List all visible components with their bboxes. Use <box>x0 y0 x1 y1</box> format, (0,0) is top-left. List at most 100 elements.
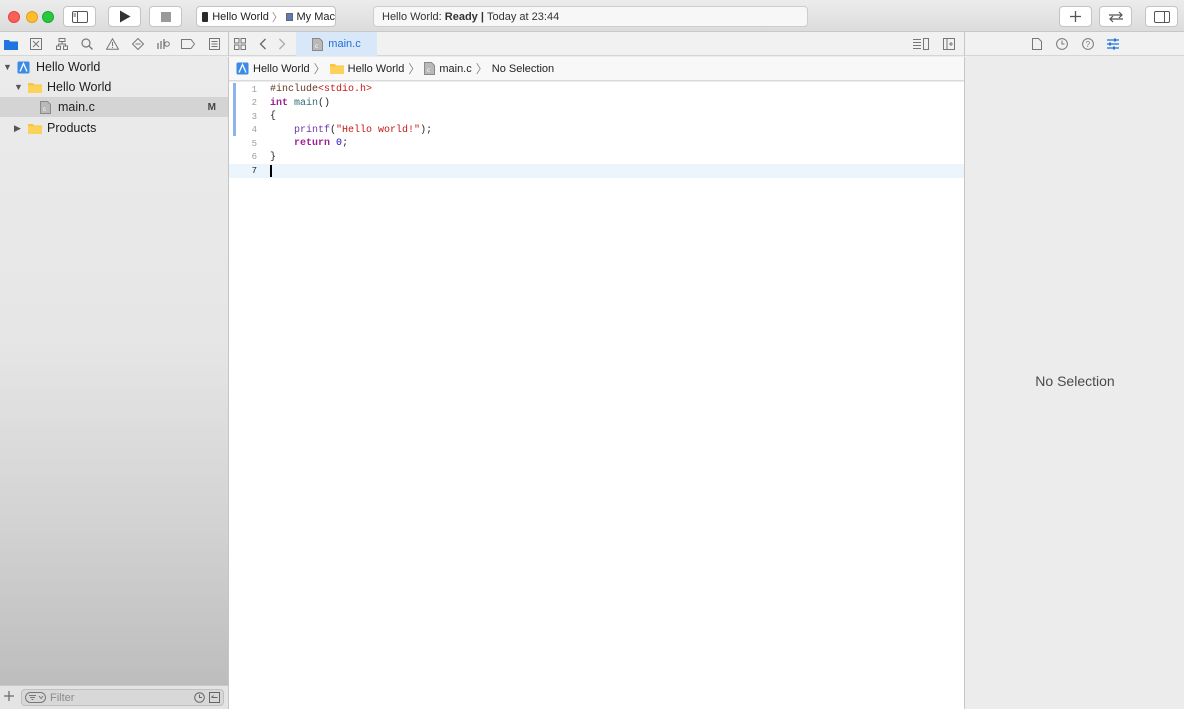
test-navigator-tab[interactable] <box>131 37 145 51</box>
source-control-navigator-tab[interactable] <box>29 37 43 51</box>
code-line[interactable]: 4 printf("Hello world!"); <box>229 124 964 138</box>
file-inspector-tab[interactable] <box>1032 38 1042 53</box>
code-text: int main() <box>270 97 331 109</box>
stop-icon <box>160 11 171 22</box>
run-button[interactable] <box>108 6 141 27</box>
project-navigator-tab[interactable] <box>4 37 18 51</box>
recent-files-icon[interactable] <box>194 692 205 703</box>
editor-options-button[interactable] <box>913 38 929 53</box>
swap-icon <box>1108 11 1123 22</box>
navigator-toggle-button[interactable] <box>63 6 96 27</box>
chevron-right-icon <box>279 38 286 50</box>
tab-label: main.c <box>328 38 361 50</box>
xcode-project-icon <box>17 61 30 73</box>
mac-device-icon <box>285 12 293 21</box>
inspector-toggle-icon <box>1153 10 1170 23</box>
line-number: 6 <box>251 152 257 163</box>
breakpoint-navigator-tab[interactable] <box>181 37 195 51</box>
tree-item-label: Hello World <box>47 80 112 94</box>
line-number: 1 <box>251 84 257 95</box>
plus-icon <box>4 691 14 701</box>
tree-item-products[interactable]: ▶ Products <box>0 118 228 138</box>
breakpoint-icon <box>181 39 195 49</box>
jump-bar: Hello World 〉 Hello World 〉 c main.c 〉 N… <box>229 57 964 81</box>
stop-button[interactable] <box>149 6 182 27</box>
debug-navigator-tab[interactable] <box>156 37 170 51</box>
tree-item-project[interactable]: ▼ Hello World <box>0 57 228 77</box>
scheme-selector[interactable]: Hello World 〉 My Mac <box>196 6 336 27</box>
report-navigator-tab[interactable] <box>207 37 221 51</box>
code-line[interactable]: 1 #include<stdio.h> <box>229 83 964 97</box>
svg-text:c: c <box>43 107 46 113</box>
filter-input[interactable]: Filter <box>21 689 224 706</box>
zoom-window-button[interactable] <box>42 11 54 23</box>
line-number: 2 <box>251 98 257 109</box>
c-file-icon: c <box>40 100 51 114</box>
svg-text:c: c <box>315 44 318 50</box>
inspector-toggle-button[interactable] <box>1145 6 1178 27</box>
tree-item-label: Hello World <box>36 60 101 74</box>
code-text: #include<stdio.h> <box>270 84 373 96</box>
quick-help-inspector-tab[interactable]: ? <box>1082 38 1094 53</box>
close-window-button[interactable] <box>8 11 20 23</box>
document-icon <box>1032 38 1042 50</box>
jump-bar-project[interactable]: Hello World <box>253 63 310 75</box>
folder-icon <box>329 64 344 74</box>
chevron-right-icon: 〉 <box>313 62 326 76</box>
line-number: 7 <box>251 165 257 176</box>
jump-bar-symbol[interactable]: No Selection <box>492 63 554 75</box>
library-button[interactable] <box>1059 6 1092 27</box>
activity-status: Ready <box>444 10 478 23</box>
back-button[interactable] <box>259 38 267 53</box>
scheme-target-icon <box>202 11 209 22</box>
related-items-button[interactable] <box>234 38 246 53</box>
filter-options-icon[interactable] <box>25 692 46 703</box>
report-icon <box>208 38 220 50</box>
code-text: { <box>270 111 277 123</box>
tree-item-file[interactable]: c main.c M <box>0 97 228 117</box>
disclosure-collapsed-icon[interactable]: ▶ <box>14 124 22 133</box>
c-file-icon: c <box>424 62 436 75</box>
source-control-filter-icon[interactable] <box>209 692 220 703</box>
issue-navigator-tab[interactable] <box>105 37 119 51</box>
debug-gauge-icon <box>156 39 170 49</box>
code-line[interactable]: 6 } <box>229 151 964 165</box>
add-editor-button[interactable] <box>943 38 955 53</box>
chevron-left-icon <box>259 38 266 50</box>
tree-item-label: main.c <box>58 100 95 114</box>
attributes-inspector-tab[interactable] <box>1107 38 1119 53</box>
add-file-button[interactable] <box>4 690 14 704</box>
forward-button[interactable] <box>278 38 286 53</box>
editor-options-icon <box>913 38 929 50</box>
folder-icon <box>4 39 18 50</box>
scheme-separator-icon: 〉 <box>271 11 283 24</box>
jump-bar-file[interactable]: main.c <box>439 63 471 75</box>
diamond-icon <box>132 38 144 50</box>
history-inspector-tab[interactable] <box>1056 38 1068 53</box>
window-toolbar: Hello World 〉 My Mac Hello World: Ready … <box>0 0 1184 32</box>
code-line[interactable]: 2 int main() <box>229 97 964 111</box>
minimize-window-button[interactable] <box>26 11 38 23</box>
activity-separator: | <box>480 10 484 23</box>
warning-icon <box>105 38 119 50</box>
jump-bar-group[interactable]: Hello World <box>348 63 405 75</box>
inspector-selector-bar: ? <box>964 32 1184 56</box>
clock-icon <box>1056 38 1068 50</box>
code-text: printf("Hello world!"); <box>294 124 433 136</box>
code-review-button[interactable] <box>1099 6 1132 27</box>
find-navigator-tab[interactable] <box>80 37 94 51</box>
disclosure-expanded-icon[interactable]: ▼ <box>14 83 23 92</box>
tree-item-group[interactable]: ▼ Hello World <box>0 77 228 97</box>
symbol-navigator-tab[interactable] <box>55 37 69 51</box>
code-line[interactable]: 3 { <box>229 110 964 124</box>
tree-item-label: Products <box>47 121 97 135</box>
source-control-icon <box>30 38 42 50</box>
tab-main-c[interactable]: c main.c <box>296 32 377 56</box>
activity-prefix: Hello World: <box>382 10 442 23</box>
c-file-icon: c <box>312 37 324 51</box>
code-line-current[interactable]: 7 <box>229 164 964 178</box>
source-editor[interactable]: 1 #include<stdio.h> 2 int main() 3 { 4 p… <box>229 82 964 709</box>
editor-tab-bar: c main.c <box>229 32 964 56</box>
disclosure-expanded-icon[interactable]: ▼ <box>3 63 12 72</box>
code-line[interactable]: 5 return 0; <box>229 137 964 151</box>
